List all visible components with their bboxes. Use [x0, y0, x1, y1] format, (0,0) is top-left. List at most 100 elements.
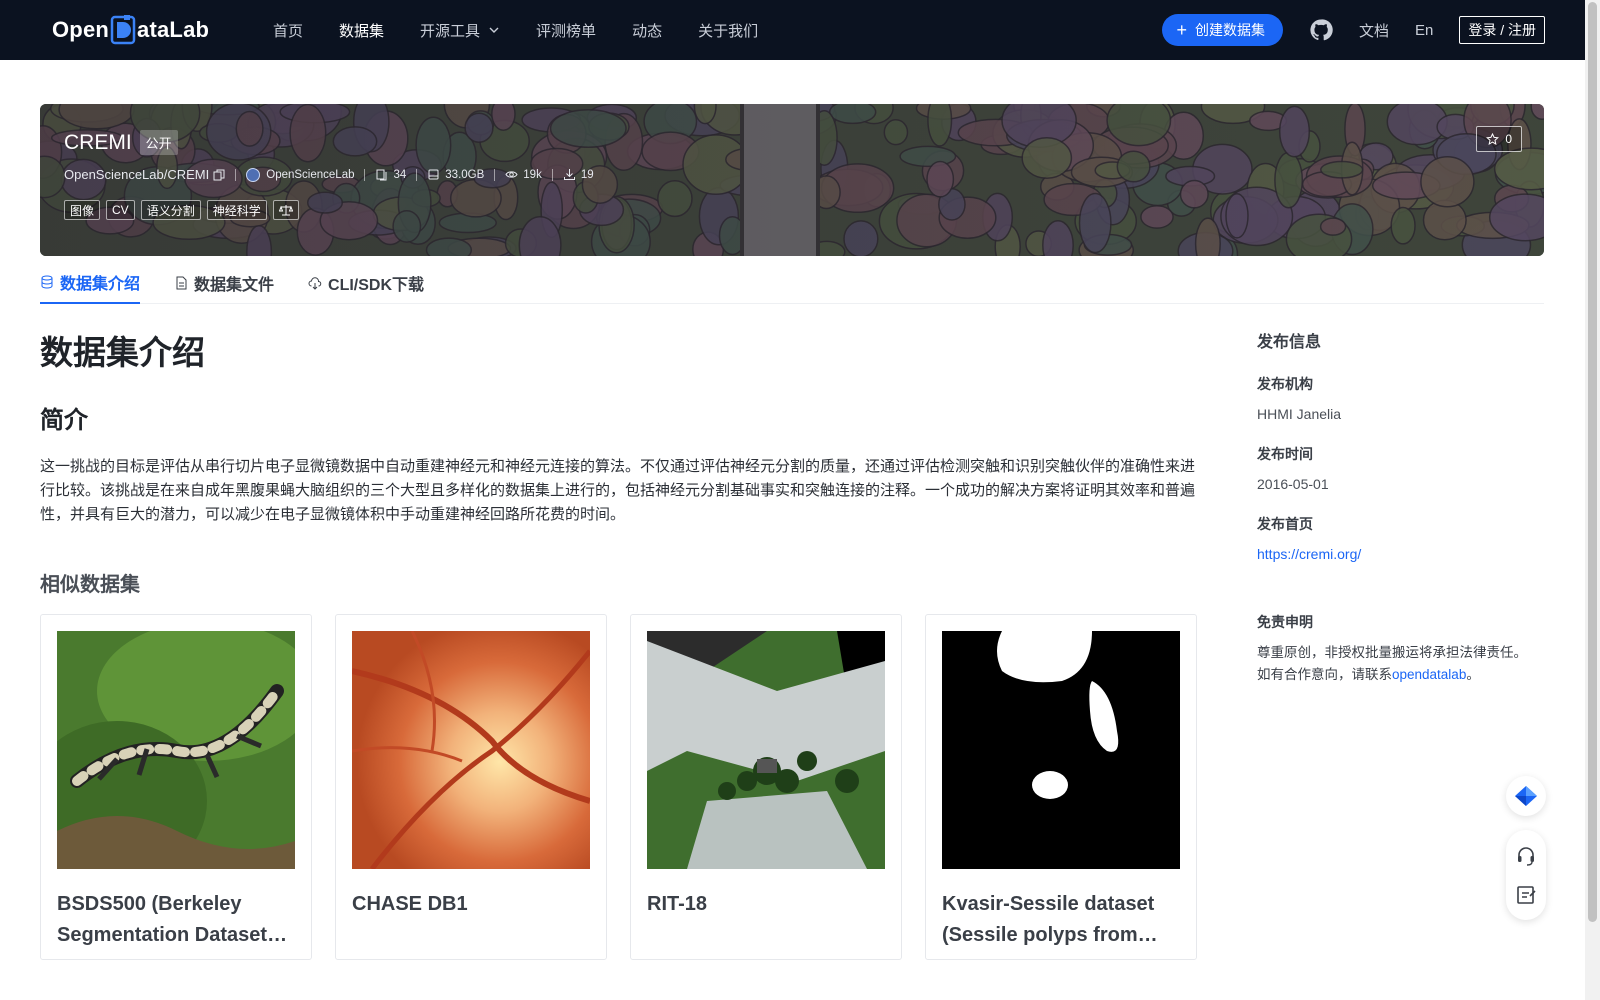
- tag-semantic-segmentation[interactable]: 语义分割: [140, 200, 201, 220]
- tab-dataset-files-label: 数据集文件: [194, 277, 275, 294]
- dataset-name: CREMI: [64, 130, 132, 154]
- publisher-value: HHMI Janelia: [1257, 406, 1342, 422]
- file-count-value: 34: [393, 168, 407, 181]
- dataset-banner: CREMI 公开 OpenScienceLab/CREMI OpenScienc…: [40, 104, 1544, 256]
- tag-image[interactable]: 图像: [64, 200, 101, 220]
- github-icon[interactable]: [1309, 18, 1333, 42]
- chevron-down-icon: [489, 27, 499, 33]
- tab-dataset-files[interactable]: 数据集文件: [174, 262, 274, 304]
- dataset-size-value: 33.0GB: [445, 168, 485, 181]
- dataset-thumbnail: [942, 631, 1180, 869]
- summary-heading: 简介: [40, 407, 88, 434]
- similar-dataset-card[interactable]: Kvasir-Sessile dataset (Sessile polyps f…: [925, 614, 1197, 960]
- publish-date-value: 2016-05-01: [1257, 476, 1329, 492]
- publisher-label: 发布机构: [1257, 376, 1313, 392]
- storage-icon: [428, 169, 439, 180]
- dataset-card-title: Kvasir-Sessile dataset (Sessile polyps f…: [942, 893, 1155, 946]
- plus-icon: +: [1176, 20, 1187, 40]
- disclaimer-line-1: 尊重原创，非授权批量搬运将承担法律责任。: [1257, 645, 1527, 660]
- org-avatar: [246, 167, 261, 182]
- tab-cli-sdk-download-label: CLI/SDK下载: [328, 277, 425, 294]
- logo-d-mark: [110, 15, 136, 45]
- disclaimer-label: 免责申明: [1257, 614, 1313, 630]
- similar-datasets-heading: 相似数据集: [40, 574, 140, 596]
- login-register-button[interactable]: 登录 / 注册: [1459, 16, 1545, 44]
- download-count: 19: [563, 168, 594, 181]
- dataset-tags: 图像 CV 语义分割 神经科学: [64, 200, 305, 220]
- similar-dataset-card[interactable]: RIT-18: [630, 614, 902, 960]
- publish-date-label: 发布时间: [1257, 446, 1313, 462]
- tab-dataset-intro[interactable]: 数据集介绍: [40, 262, 141, 304]
- disclaimer-suffix: 。: [1466, 667, 1480, 682]
- copy-icon[interactable]: [213, 169, 225, 181]
- nav-link-datasets[interactable]: 数据集: [339, 20, 384, 41]
- create-dataset-button[interactable]: + 创建数据集: [1162, 14, 1283, 46]
- dataset-card-title: BSDS500 (Berkeley Segmentation Dataset 5…: [57, 893, 268, 946]
- cloud-download-icon: [308, 277, 322, 290]
- divider: [494, 168, 496, 181]
- dataset-size: 33.0GB: [427, 168, 484, 181]
- star-button[interactable]: 0: [1476, 126, 1522, 152]
- main-menu: 首页 数据集 开源工具 评测榜单 动态 关于我们: [273, 0, 794, 60]
- database-icon: [41, 275, 53, 289]
- file-count: 34: [375, 168, 406, 181]
- disclaimer-contact-prefix: 如有合作意向，请联系: [1257, 667, 1392, 682]
- logo-text-datalab: ataLab: [137, 17, 210, 42]
- dataset-tabs: 数据集介绍 数据集文件 CLI/SDK下载: [40, 262, 1544, 304]
- publish-info-heading: 发布信息: [1257, 334, 1322, 351]
- dataset-org[interactable]: OpenScienceLab: [246, 167, 355, 182]
- license-tag[interactable]: [272, 200, 299, 220]
- file-icon: [176, 276, 187, 290]
- floating-toolbar: [1506, 830, 1546, 920]
- nav-link-leaderboard[interactable]: 评测榜单: [536, 20, 596, 41]
- similar-dataset-card[interactable]: BSDS500 (Berkeley Segmentation Dataset 5…: [40, 614, 312, 960]
- nav-actions: + 创建数据集 文档 En 登录 / 注册: [1162, 0, 1545, 60]
- page-scrollbar[interactable]: [1585, 0, 1600, 1000]
- scrollbar-thumb[interactable]: [1588, 2, 1597, 922]
- dataset-meta: OpenScienceLab/CREMI OpenScienceLab 34 3…: [64, 167, 594, 182]
- eye-icon: [505, 171, 518, 178]
- star-count: 0: [1505, 132, 1512, 146]
- logo-text-open: Open: [52, 17, 110, 42]
- view-count: 19k: [505, 168, 542, 181]
- nav-link-home[interactable]: 首页: [273, 20, 303, 41]
- brand-diamond-icon: [1515, 786, 1537, 806]
- nav-link-open-tools-label: 开源工具: [420, 22, 481, 40]
- create-dataset-label: 创建数据集: [1194, 22, 1265, 38]
- nav-link-about[interactable]: 关于我们: [698, 20, 758, 41]
- tag-neuroscience[interactable]: 神经科学: [206, 200, 267, 220]
- file-stack-icon: [376, 169, 387, 181]
- similar-datasets-list: BSDS500 (Berkeley Segmentation Dataset 5…: [40, 614, 1220, 960]
- headset-icon[interactable]: [1515, 845, 1537, 867]
- divider: [551, 168, 553, 181]
- dataset-thumbnail: [352, 631, 590, 869]
- publish-info-panel: 发布信息 发布机构 HHMI Janelia 发布时间 2016-05-01 发…: [1257, 328, 1557, 686]
- divider: [416, 168, 418, 181]
- view-count-value: 19k: [523, 168, 542, 181]
- visibility-badge: 公开: [139, 130, 178, 155]
- nav-link-news[interactable]: 动态: [632, 20, 662, 41]
- opendatalab-logo[interactable]: Open ataLab: [52, 14, 209, 46]
- summary-paragraph: 这一挑战的目标是评估从串行切片电子显微镜数据中自动重建神经元和神经元连接的算法。…: [40, 458, 1196, 523]
- dataset-repo: OpenScienceLab/CREMI: [64, 167, 210, 182]
- dataset-thumbnail: [647, 631, 885, 869]
- disclaimer-line-2: 如有合作意向，请联系opendatalab。: [1257, 664, 1557, 686]
- homepage-link[interactable]: https://cremi.org/: [1257, 546, 1557, 562]
- top-navigation: Open ataLab 首页 数据集 开源工具 评测榜单 动态 关于我们 + 创…: [0, 0, 1585, 60]
- similar-dataset-card[interactable]: CHASE DB1: [335, 614, 607, 960]
- tab-cli-sdk-download[interactable]: CLI/SDK下载: [308, 262, 424, 304]
- download-icon: [563, 169, 575, 180]
- dataset-thumbnail: [57, 631, 295, 869]
- nav-link-open-tools[interactable]: 开源工具: [420, 20, 500, 41]
- opendatalab-contact-link[interactable]: opendatalab: [1392, 667, 1466, 682]
- scale-icon: [278, 205, 293, 216]
- docs-link[interactable]: 文档: [1359, 20, 1389, 41]
- dataset-org-name: OpenScienceLab: [266, 168, 355, 181]
- dataset-card-title: RIT-18: [647, 893, 708, 915]
- disclaimer-text: 尊重原创，非授权批量搬运将承担法律责任。 如有合作意向，请联系opendatal…: [1257, 642, 1557, 686]
- floating-brand-button[interactable]: [1506, 776, 1546, 816]
- star-icon: [1486, 132, 1500, 145]
- tag-cv[interactable]: CV: [106, 200, 135, 220]
- language-switch[interactable]: En: [1415, 22, 1433, 39]
- feedback-edit-icon[interactable]: [1515, 884, 1537, 906]
